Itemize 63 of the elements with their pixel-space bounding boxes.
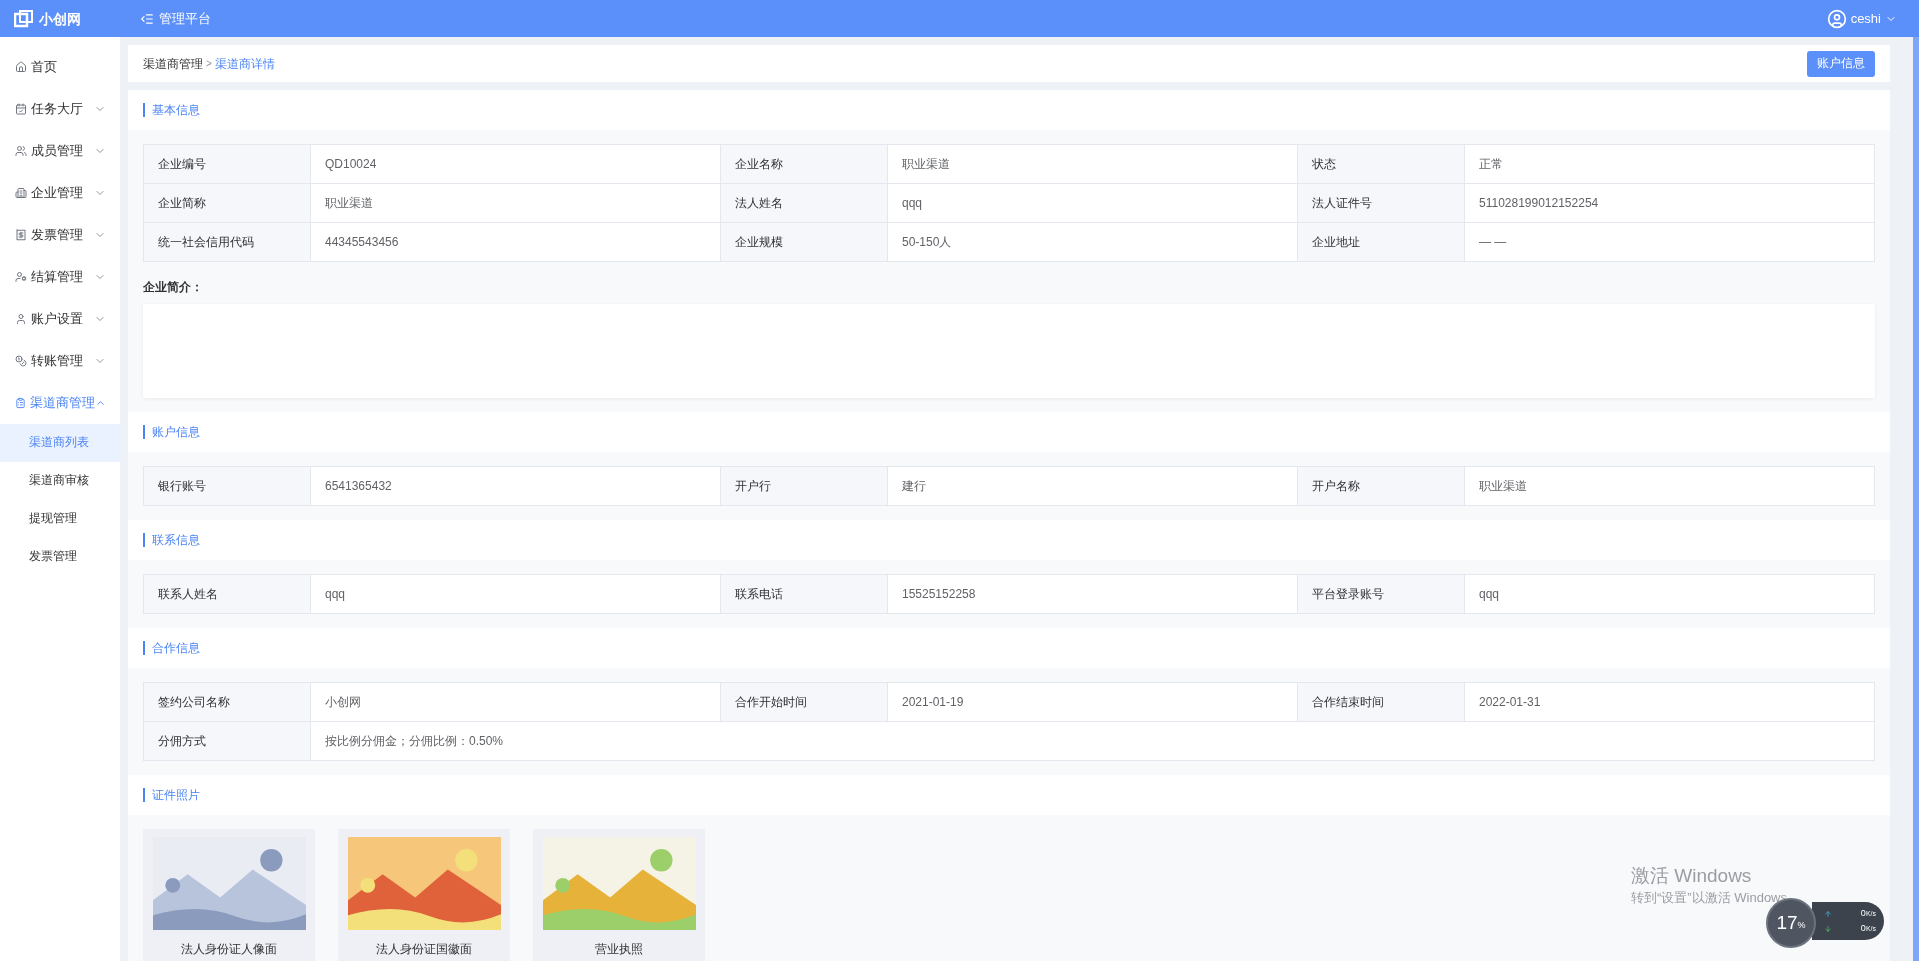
field-value: 44345543456 [311,223,721,261]
platform-title: 管理平台 [159,9,211,28]
menu-item-icon [15,355,27,367]
field-value: 2021-01-19 [888,683,1298,721]
photo-caption: 营业执照 [595,941,643,958]
photo-card[interactable]: 法人身份证人像面 [143,829,315,961]
submenu-item[interactable]: 发票管理 [0,538,120,576]
avatar-icon[interactable] [1826,8,1847,29]
sidebar-item[interactable]: 任务大厅 [0,88,120,130]
field-value: 按比例分佣金；分佣比例：0.50% [311,722,1875,760]
field-value: 建行 [888,467,1298,505]
field-value: qqq [311,575,721,613]
menu-icon[interactable] [140,11,154,26]
field-value: QD10024 [311,145,721,183]
menu-item-icon [15,271,27,283]
menu-item-icon [15,103,27,115]
submenu-item[interactable]: 提现管理 [0,500,120,538]
menu-item-icon [15,397,26,409]
breadcrumb-current: 渠道商详情 [214,55,275,73]
sidebar-item[interactable]: 首页 [0,46,120,88]
field-value: — — [1465,223,1875,261]
logo-icon [14,9,34,28]
breadcrumb-separator: > [206,57,212,71]
section-title: 账户信息 [152,424,200,441]
field-value: qqq [888,184,1298,222]
menu-item-icon [15,229,27,241]
section-title: 证件照片 [152,787,200,804]
menu-item-icon [15,145,27,157]
field-value: 职业渠道 [888,145,1298,183]
sidebar-item[interactable]: 发票管理 [0,214,120,256]
sidebar-item[interactable]: 结算管理 [0,256,120,298]
logo-text: 小创网 [39,11,81,26]
activation-title: 激活 Windows [1631,864,1753,888]
submenu-item[interactable]: 渠道商审核 [0,462,120,500]
upload-icon [1824,909,1832,918]
field-value: 小创网 [311,683,721,721]
menu-item-icon [15,187,27,199]
field-value: 职业渠道 [311,184,721,222]
field-value: 15525152258 [888,575,1298,613]
sidebar-item[interactable]: 渠道商管理 [0,382,120,424]
section-title: 合作信息 [152,640,200,657]
field-value: 50-150人 [888,223,1298,261]
download-icon [1824,924,1832,933]
menu-item-icon [15,61,27,73]
sidebar-item[interactable]: 账户设置 [0,298,120,340]
field-value: 6541365432 [311,467,721,505]
sidebar-item[interactable]: 成员管理 [0,130,120,172]
menu-item-icon [15,313,27,325]
section-title: 基本信息 [152,102,200,119]
field-value: 511028199012152254 [1465,184,1875,222]
photo-card[interactable]: 法人身份证国徽面 [338,829,510,961]
field-value: 2022-01-31 [1465,683,1875,721]
intro-label: 企业简介： [143,279,204,296]
field-value: qqq [1465,575,1875,613]
photo-card[interactable]: 营业执照 [533,829,705,961]
photo-caption: 法人身份证人像面 [181,941,277,958]
field-value: 正常 [1465,145,1875,183]
breadcrumb-link[interactable]: 渠道商管理 [143,54,203,73]
field-value: 职业渠道 [1465,467,1875,505]
photo-caption: 法人身份证国徽面 [376,941,472,958]
section-title: 联系信息 [152,532,200,549]
sidebar-item[interactable]: 企业管理 [0,172,120,214]
sidebar-item[interactable]: 转账管理 [0,340,120,382]
